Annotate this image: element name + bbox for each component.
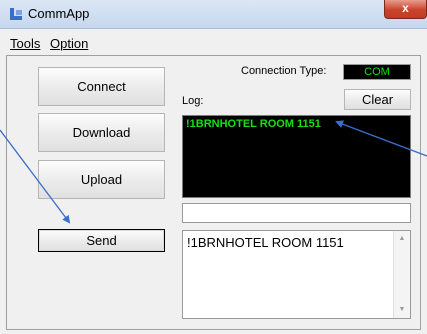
close-button[interactable]: x xyxy=(384,0,427,19)
close-icon: x xyxy=(402,1,409,15)
upload-button[interactable]: Upload xyxy=(38,160,165,199)
comm-app-window: CommApp x Tools Option Connect Download … xyxy=(0,0,427,334)
menu-option[interactable]: Option xyxy=(50,36,88,51)
log-output[interactable]: !1BRNHOTEL ROOM 1151 xyxy=(182,115,411,198)
scroll-down-icon[interactable]: ▼ xyxy=(394,302,410,318)
log-label: Log: xyxy=(182,95,204,107)
send-button-label: Send xyxy=(86,233,117,248)
send-button[interactable]: Send xyxy=(38,229,165,252)
message-text: !1BRNHOTEL ROOM 1151 xyxy=(187,235,344,250)
connection-type-label: Connection Type: xyxy=(241,65,327,77)
app-icon xyxy=(10,8,22,20)
clear-button-label: Clear xyxy=(361,92,394,107)
window-title: CommApp xyxy=(28,6,90,21)
title-bar[interactable]: CommApp x xyxy=(0,0,427,29)
message-scrollbar[interactable]: ▲ ▼ xyxy=(393,231,410,318)
menu-tools[interactable]: Tools xyxy=(10,36,40,51)
message-textarea[interactable]: !1BRNHOTEL ROOM 1151 ▲ ▼ xyxy=(182,230,411,319)
menu-option-label: ption xyxy=(60,36,89,51)
download-button[interactable]: Download xyxy=(38,113,165,152)
send-input[interactable] xyxy=(182,203,411,223)
connect-button[interactable]: Connect xyxy=(38,67,165,106)
menu-bar: Tools Option xyxy=(6,34,421,54)
log-text: !1BRNHOTEL ROOM 1151 xyxy=(186,118,321,130)
download-button-label: Download xyxy=(72,125,131,140)
upload-button-label: Upload xyxy=(80,172,123,187)
scroll-up-icon[interactable]: ▲ xyxy=(394,231,410,247)
menu-option-mnemonic: O xyxy=(50,36,61,51)
menu-tools-label: ools xyxy=(16,36,41,51)
connect-button-label: Connect xyxy=(77,79,126,94)
connection-type-value: COM xyxy=(343,64,411,80)
clear-button[interactable]: Clear xyxy=(344,89,411,110)
